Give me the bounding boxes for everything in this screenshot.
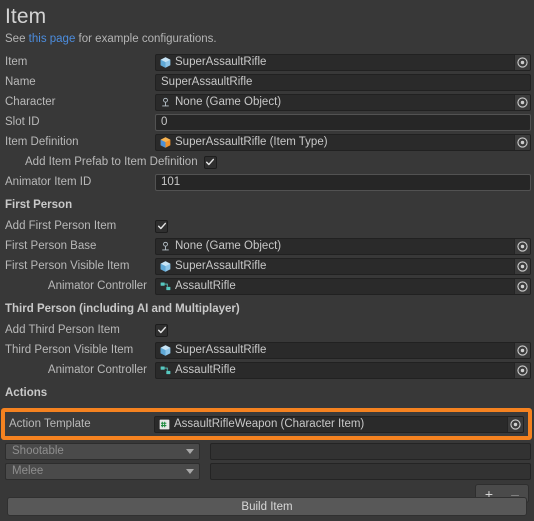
animator-item-id-input[interactable]: 101 — [155, 173, 531, 191]
action-list: Shootable Melee + – — [0, 441, 534, 503]
action-template-object-field[interactable]: AssaultRifleWeapon (Character Item) — [154, 415, 524, 433]
section-third-person: Third Person (including AI and Multiplay… — [5, 303, 240, 315]
game-object-icon — [162, 97, 169, 106]
row-third-person-animator-controller: Animator Controller AssaultRifle — [0, 360, 534, 380]
first-person-base-object-value: None (Game Object) — [175, 239, 282, 252]
label-first-person-visible-item: First Person Visible Item — [5, 260, 130, 272]
slot-id-input[interactable]: 0 — [155, 113, 531, 131]
action-value-field-1[interactable] — [210, 462, 531, 480]
chevron-down-icon — [186, 449, 194, 454]
action-template-object-value: AssaultRifleWeapon (Character Item) — [174, 417, 365, 430]
action-type-dropdown-0[interactable]: Shootable — [5, 442, 200, 460]
action-type-dropdown-1[interactable]: Melee — [5, 462, 200, 480]
first-person-animator-controller-object-field[interactable]: AssaultRifle — [155, 277, 531, 295]
item-builder-window: Item See this page for example configura… — [0, 0, 534, 521]
chevron-down-icon — [186, 469, 194, 474]
label-name: Name — [5, 76, 36, 88]
animator-controller-icon — [160, 281, 171, 290]
label-item-definition: Item Definition — [5, 136, 79, 148]
row-add-first-person-item: Add First Person Item — [0, 216, 534, 236]
row-name: Name SuperAssaultRifle — [0, 72, 534, 92]
row-first-person-animator-controller: Animator Controller AssaultRifle — [0, 276, 534, 296]
action-row: Melee — [0, 461, 534, 481]
cs-script-icon — [159, 419, 170, 429]
action-row: Shootable — [0, 441, 534, 461]
row-add-item-prefab: Add Item Prefab to Item Definition — [0, 152, 534, 172]
section-actions: Actions — [5, 387, 48, 399]
object-picker-icon[interactable] — [514, 278, 530, 294]
object-picker-icon[interactable] — [514, 258, 530, 274]
add-third-person-item-checkbox[interactable] — [155, 323, 168, 337]
object-picker-icon[interactable] — [514, 342, 530, 358]
prefab-cube-icon — [160, 260, 171, 272]
first-person-visible-item-object-value: SuperAssaultRifle — [175, 259, 267, 272]
help-suffix: for example configurations. — [75, 33, 217, 45]
third-person-visible-item-object-field[interactable]: SuperAssaultRifle — [155, 341, 531, 359]
row-first-person-base: First Person Base None (Game Object) — [0, 236, 534, 256]
scriptable-object-icon — [160, 136, 171, 148]
third-person-animator-controller-object-field[interactable]: AssaultRifle — [155, 361, 531, 379]
character-object-field[interactable]: None (Game Object) — [155, 93, 531, 111]
label-third-person-visible-item: Third Person Visible Item — [5, 344, 134, 356]
animator-controller-icon — [160, 365, 171, 374]
label-character: Character — [5, 96, 56, 108]
checkmark-icon — [206, 158, 215, 166]
label-add-third-person-item: Add Third Person Item — [5, 324, 120, 336]
row-item-definition: Item Definition SuperAssaultRifle (Item … — [0, 132, 534, 152]
label-first-person-base: First Person Base — [5, 240, 97, 252]
character-object-value: None (Game Object) — [175, 95, 282, 108]
label-add-first-person-item: Add First Person Item — [5, 220, 117, 232]
add-item-prefab-checkbox[interactable] — [203, 155, 217, 169]
object-picker-icon[interactable] — [514, 94, 530, 110]
object-picker-icon[interactable] — [514, 54, 530, 70]
label-item: Item — [5, 56, 28, 68]
prefab-cube-icon — [160, 56, 171, 68]
label-animator-item-id: Animator Item ID — [5, 176, 92, 188]
action-type-dropdown-0-label: Shootable — [12, 445, 64, 457]
label-action-template: Action Template — [9, 418, 91, 430]
checkmark-icon — [157, 222, 166, 230]
item-object-value: SuperAssaultRifle — [175, 55, 267, 68]
prefab-cube-icon — [160, 344, 171, 356]
object-picker-icon[interactable] — [514, 362, 530, 378]
label-add-item-prefab: Add Item Prefab to Item Definition — [25, 156, 198, 168]
checkmark-icon — [157, 326, 166, 334]
build-item-button[interactable]: Build Item — [7, 497, 527, 516]
help-line: See this page for example configurations… — [0, 32, 534, 52]
action-type-dropdown-1-label: Melee — [12, 465, 44, 477]
row-add-third-person-item: Add Third Person Item — [0, 320, 534, 340]
page-title: Item — [5, 5, 47, 28]
label-first-person-animator-controller: Animator Controller — [47, 280, 147, 292]
first-person-visible-item-object-field[interactable]: SuperAssaultRifle — [155, 257, 531, 275]
label-slot-id: Slot ID — [5, 116, 40, 128]
game-object-icon — [162, 241, 169, 250]
action-value-field-0[interactable] — [210, 442, 531, 460]
label-third-person-animator-controller: Animator Controller — [47, 364, 147, 376]
first-person-animator-controller-object-value: AssaultRifle — [175, 279, 236, 292]
build-item-footer: Build Item — [0, 497, 534, 516]
name-input[interactable]: SuperAssaultRifle — [155, 73, 531, 91]
row-third-person-visible-item: Third Person Visible Item SuperAssaultRi… — [0, 340, 534, 360]
example-configurations-link[interactable]: this page — [29, 33, 76, 45]
item-definition-object-field[interactable]: SuperAssaultRifle (Item Type) — [155, 133, 531, 151]
first-person-base-object-field[interactable]: None (Game Object) — [155, 237, 531, 255]
item-object-field[interactable]: SuperAssaultRifle — [155, 53, 531, 71]
third-person-visible-item-object-value: SuperAssaultRifle — [175, 343, 267, 356]
row-slot-id: Slot ID 0 — [0, 112, 534, 132]
object-picker-icon[interactable] — [514, 134, 530, 150]
section-first-person: First Person — [5, 199, 73, 211]
row-item: Item SuperAssaultRifle — [0, 52, 534, 72]
row-character: Character None (Game Object) — [0, 92, 534, 112]
item-definition-object-value: SuperAssaultRifle (Item Type) — [175, 135, 328, 148]
row-first-person-visible-item: First Person Visible Item SuperAssaultRi… — [0, 256, 534, 276]
third-person-animator-controller-object-value: AssaultRifle — [175, 363, 236, 376]
object-picker-icon[interactable] — [514, 238, 530, 254]
object-picker-icon[interactable] — [507, 416, 523, 432]
help-prefix: See — [5, 33, 29, 45]
row-animator-item-id: Animator Item ID 101 — [0, 172, 534, 192]
action-template-highlight: Action Template AssaultRifleWeapon (Char… — [1, 408, 532, 440]
add-first-person-item-checkbox[interactable] — [155, 219, 168, 233]
